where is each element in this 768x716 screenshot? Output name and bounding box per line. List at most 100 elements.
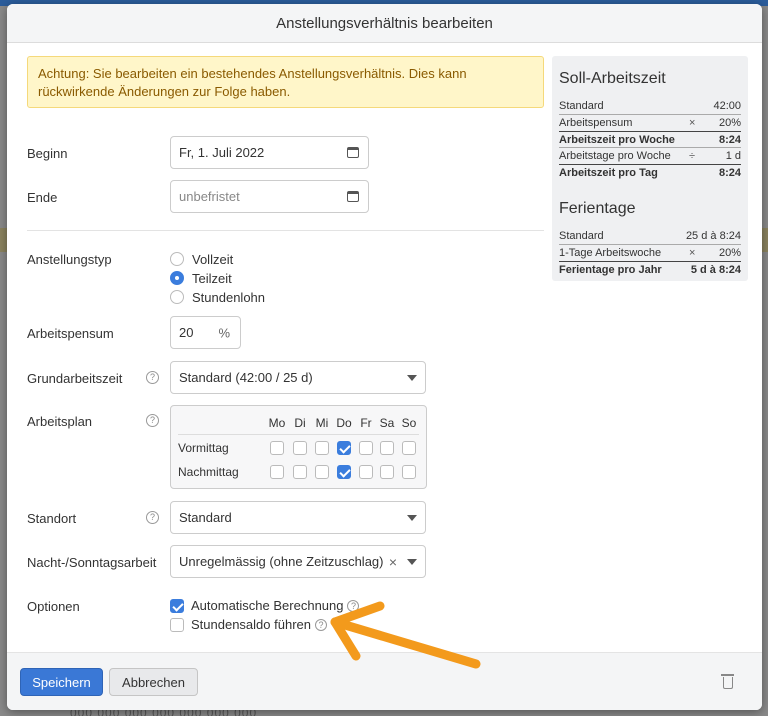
summary-row: Arbeitspensum × 20% [559,114,741,130]
grundarbeitszeit-label: Grundarbeitszeit [27,371,123,386]
option-stundensaldo[interactable]: Stundensaldo führen ? [170,617,327,632]
help-icon[interactable]: ? [146,511,159,524]
radio-label: Vollzeit [192,251,234,267]
grundarbeitszeit-select[interactable]: Standard (42:00 / 25 d) [170,361,426,394]
help-icon[interactable]: ? [146,371,159,384]
summary-operator: ÷ [689,150,696,162]
plan-checkbox-so-vormittag[interactable] [402,441,416,455]
arbeitspensum-input[interactable]: 20 % [170,316,241,349]
summary-row: Arbeitstage pro Woche ÷ 1 d [559,147,741,163]
divider [178,434,419,435]
summary-row: 1-Tage Arbeitswoche × 20% [559,244,741,260]
calendar-icon[interactable] [347,190,359,202]
nachtarbeit-select[interactable]: Unregelmässig (ohne Zeitzuschlag) × [170,545,426,578]
summary-panel: Soll-Arbeitszeit Standard 42:00 Arbeitsp… [552,56,748,281]
plan-checkbox-sa-vormittag[interactable] [380,441,394,455]
plan-checkbox-mo-vormittag[interactable] [270,441,284,455]
summary-label: Arbeitstage pro Woche [559,150,671,162]
arbeitsplan-label: Arbeitsplan [27,414,93,429]
arbeitsplan-grid: Mo Di Mi Do Fr Sa So Vormittag Nachmitta… [170,405,427,489]
summary-label: Standard [559,230,604,242]
summary-value: 5 d à 8:24 [690,264,741,276]
row-label-nachmittag: Nachmittag [178,465,239,479]
plan-checkbox-so-nachmittag[interactable] [402,465,416,479]
plan-checkbox-di-vormittag[interactable] [293,441,307,455]
day-header: Di [294,416,306,430]
beginn-date-input[interactable]: Fr, 1. Juli 2022 [170,136,369,169]
summary-label: Arbeitszeit pro Woche [559,134,675,146]
day-header: Mi [315,416,329,430]
percent-suffix: % [218,325,230,340]
radio-button[interactable] [170,271,184,285]
radio-teilzeit[interactable]: Teilzeit [170,269,232,287]
nachtarbeit-label: Nacht-/Sonntagsarbeit [27,555,157,570]
modal-title: Anstellungsverhältnis bearbeiten [276,14,493,32]
summary-row: Standard 25 d à 8:24 [559,228,741,244]
ende-date-input[interactable]: unbefristet [170,180,369,213]
help-icon[interactable]: ? [347,599,360,612]
option-automatische-berechnung[interactable]: Automatische Berechnung ? [170,598,360,613]
day-header: Sa [379,416,395,430]
calendar-icon[interactable] [347,146,359,158]
modal-header: Anstellungsverhältnis bearbeiten [7,4,762,43]
summary-label: 1-Tage Arbeitswoche [559,247,662,259]
summary-row: Arbeitszeit pro Woche 8:24 [559,131,741,147]
beginn-value: Fr, 1. Juli 2022 [179,145,265,160]
summary-label: Standard [559,100,604,112]
summary-label: Ferientage pro Jahr [559,264,662,276]
save-button[interactable]: Speichern [20,668,103,696]
plan-checkbox-mo-nachmittag[interactable] [270,465,284,479]
day-header: Mo [268,416,286,430]
summary-value: 8:24 [718,134,741,146]
grundarbeitszeit-value: Standard (42:00 / 25 d) [179,370,313,385]
summary-row: Standard 42:00 [559,98,741,114]
cancel-button[interactable]: Abbrechen [109,668,198,696]
option-label: Stundensaldo führen [191,617,311,632]
plan-checkbox-fr-vormittag[interactable] [359,441,373,455]
ferien-title: Ferientage [559,200,636,217]
checkbox[interactable] [170,598,184,613]
optionen-label: Optionen [27,599,80,614]
summary-value: 20% [718,247,741,259]
ende-placeholder: unbefristet [179,189,240,204]
clear-icon[interactable]: × [389,554,397,570]
summary-label: Arbeitszeit pro Tag [559,167,658,179]
summary-operator: × [689,117,696,129]
summary-value: 8:24 [718,167,741,179]
plan-checkbox-mi-vormittag[interactable] [315,441,329,455]
arbeitspensum-label: Arbeitspensum [27,326,114,341]
plan-checkbox-mi-nachmittag[interactable] [315,465,329,479]
radio-button[interactable] [170,252,184,266]
plan-checkbox-di-nachmittag[interactable] [293,465,307,479]
beginn-label: Beginn [27,146,68,161]
standort-value: Standard [179,510,232,525]
plan-checkbox-do-vormittag[interactable] [337,441,351,455]
help-icon[interactable]: ? [146,414,159,427]
arbeitspensum-value: 20 [179,325,194,340]
ende-label: Ende [27,190,58,205]
standort-select[interactable]: Standard [170,501,426,534]
summary-row: Arbeitszeit pro Tag 8:24 [559,164,741,180]
radio-stundenlohn[interactable]: Stundenlohn [170,288,265,306]
plan-checkbox-do-nachmittag[interactable] [337,465,351,479]
checkbox[interactable] [170,617,184,632]
chevron-down-icon [407,558,417,565]
plan-checkbox-fr-nachmittag[interactable] [359,465,373,479]
plan-checkbox-sa-nachmittag[interactable] [380,465,394,479]
summary-value: 25 d à 8:24 [685,230,741,242]
summary-value: 42:00 [713,100,741,112]
radio-button[interactable] [170,290,184,304]
chevron-down-icon [407,374,417,381]
anstellungstyp-label: Anstellungstyp [27,252,112,267]
help-icon[interactable]: ? [314,618,327,631]
summary-row: Ferientage pro Jahr 5 d à 8:24 [559,261,741,277]
edit-employment-modal: Anstellungsverhältnis bearbeiten Achtung… [7,4,762,710]
radio-label: Stundenlohn [192,289,266,305]
day-header: Do [336,416,352,430]
trash-icon[interactable] [721,674,734,689]
divider [27,230,544,231]
summary-value: 20% [718,117,741,129]
chevron-down-icon [407,514,417,521]
summary-value: 1 d [725,150,741,162]
radio-vollzeit[interactable]: Vollzeit [170,250,233,268]
